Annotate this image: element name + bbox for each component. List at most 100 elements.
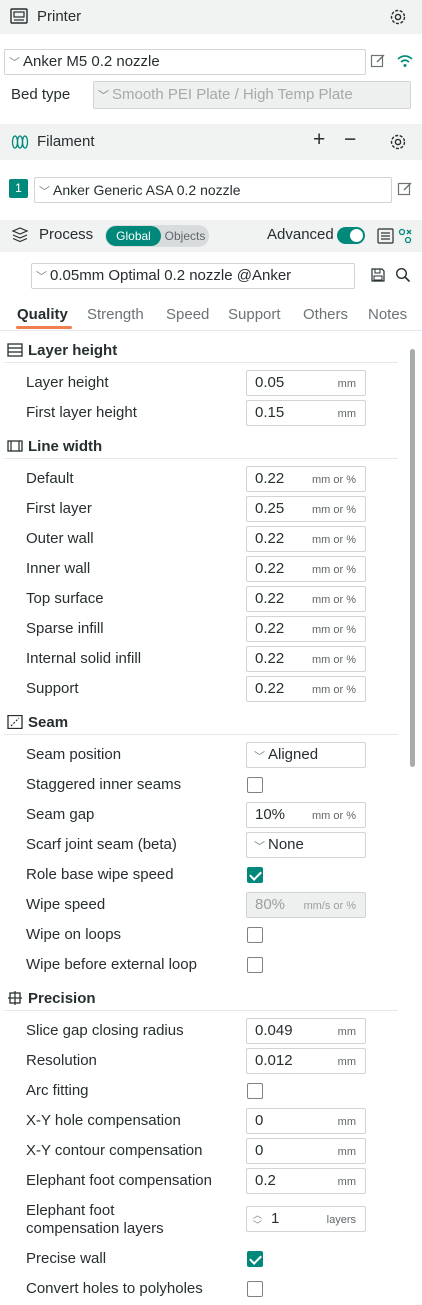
- unit-label: mm: [337, 1056, 356, 1068]
- first-layer-line-width-input[interactable]: 0.25 mm or %: [246, 496, 366, 522]
- field-value: 0: [255, 1142, 264, 1159]
- field-value: 0.22: [255, 620, 285, 637]
- inner-wall-line-width-label: Inner wall: [26, 560, 91, 577]
- filament-settings-gear-icon[interactable]: [389, 133, 407, 151]
- process-preset-select[interactable]: ﹀ 0.05mm Optimal 0.2 nozzle @Anker: [31, 263, 355, 289]
- seam-position-select[interactable]: ﹀ Aligned: [246, 742, 366, 768]
- wifi-icon[interactable]: [396, 54, 414, 68]
- tab-quality[interactable]: Quality: [17, 306, 68, 323]
- wipe-speed-input[interactable]: 80% mm/s or %: [246, 892, 366, 918]
- arc-fitting-checkbox[interactable]: [247, 1083, 263, 1099]
- field-value: 0.22: [255, 650, 285, 667]
- toggle-global-option[interactable]: Global: [106, 226, 161, 246]
- scarf-joint-seam-label: Scarf joint seam (beta): [26, 836, 177, 853]
- printer-preset-select[interactable]: ﹀ Anker M5 0.2 nozzle: [4, 49, 366, 75]
- seam-gap-input[interactable]: 10% mm or %: [246, 802, 366, 828]
- chevron-down-icon: ﹀: [9, 57, 20, 69]
- layer-height-icon: [7, 343, 23, 357]
- search-icon[interactable]: [395, 267, 411, 283]
- line-width-icon: [7, 439, 23, 453]
- printer-settings-gear-icon[interactable]: [389, 8, 407, 26]
- resolution-input[interactable]: 0.012 mm: [246, 1048, 366, 1074]
- save-preset-icon[interactable]: [371, 268, 385, 282]
- inner-wall-line-width-input[interactable]: 0.22 mm or %: [246, 556, 366, 582]
- seam-position-value: Aligned: [268, 746, 319, 763]
- seam-gap-label: Seam gap: [26, 806, 95, 823]
- unit-label: mm or %: [312, 504, 356, 516]
- settings-scrollbar[interactable]: [410, 349, 415, 767]
- top-surface-line-width-input[interactable]: 0.22 mm or %: [246, 586, 366, 612]
- advanced-switch[interactable]: [337, 227, 365, 244]
- field-value: 0.22: [255, 560, 285, 577]
- sparse-infill-line-width-input[interactable]: 0.22 mm or %: [246, 616, 366, 642]
- section-divider: [4, 362, 398, 363]
- seam-position-label: Seam position: [26, 746, 122, 763]
- spinner-down-icon[interactable]: ﹀: [253, 1218, 262, 1231]
- tab-notes[interactable]: Notes: [368, 306, 407, 323]
- first-layer-height-value: 0.15: [255, 404, 285, 421]
- support-line-width-input[interactable]: 0.22 mm or %: [246, 676, 366, 702]
- process-layers-icon: [11, 227, 29, 243]
- elephant-foot-compensation-input[interactable]: 0.2 mm: [246, 1168, 366, 1194]
- bed-type-select[interactable]: ﹀ Smooth PEI Plate / High Temp Plate: [93, 81, 411, 109]
- tab-support[interactable]: Support: [228, 306, 281, 323]
- field-value: 0.2: [255, 1172, 276, 1189]
- precise-wall-checkbox[interactable]: [247, 1251, 263, 1267]
- unit-label: mm: [337, 1116, 356, 1128]
- add-filament-button[interactable]: +: [313, 128, 325, 152]
- filament-preset-select[interactable]: ﹀ Anker Generic ASA 0.2 nozzle: [34, 177, 392, 203]
- scarf-joint-seam-select[interactable]: ﹀ None: [246, 832, 366, 858]
- list-view-icon[interactable]: [377, 228, 394, 244]
- top-surface-line-width-label: Top surface: [26, 590, 104, 607]
- compare-presets-icon[interactable]: [398, 228, 412, 244]
- tab-speed[interactable]: Speed: [166, 306, 209, 323]
- filament-title: Filament: [37, 133, 95, 150]
- filament-slot-badge[interactable]: 1: [9, 179, 28, 198]
- layer-height-label: Layer height: [26, 374, 109, 391]
- xy-hole-compensation-input[interactable]: 0 mm: [246, 1108, 366, 1134]
- wipe-before-external-loop-checkbox[interactable]: [247, 957, 263, 973]
- slice-gap-closing-radius-input[interactable]: 0.049 mm: [246, 1018, 366, 1044]
- role-base-wipe-speed-checkbox[interactable]: [247, 867, 263, 883]
- tab-others[interactable]: Others: [303, 306, 348, 323]
- xy-contour-compensation-label: X-Y contour compensation: [26, 1142, 203, 1159]
- field-value: 0.012: [255, 1052, 293, 1069]
- filament-icon: [11, 134, 29, 150]
- section-divider: [4, 1010, 398, 1011]
- section-seam-title: Seam: [28, 714, 69, 731]
- field-value: 0.22: [255, 530, 285, 547]
- unit-label: mm or %: [312, 474, 356, 486]
- section-precision-title: Precision: [28, 990, 96, 1007]
- filament-edit-icon[interactable]: [397, 181, 413, 197]
- default-line-width-input[interactable]: 0.22 mm or %: [246, 466, 366, 492]
- remove-filament-button[interactable]: −: [344, 128, 356, 152]
- outer-wall-line-width-input[interactable]: 0.22 mm or %: [246, 526, 366, 552]
- unit-label: mm or %: [312, 594, 356, 606]
- toggle-objects-option[interactable]: Objects: [162, 226, 208, 246]
- section-precision: Precision: [7, 990, 96, 1007]
- internal-solid-infill-line-width-label: Internal solid infill: [26, 650, 142, 667]
- seam-gap-value: 10%: [255, 806, 286, 823]
- internal-solid-infill-line-width-input[interactable]: 0.22 mm or %: [246, 646, 366, 672]
- printer-title: Printer: [37, 8, 82, 25]
- global-objects-toggle[interactable]: Global Objects: [105, 225, 209, 247]
- xy-contour-compensation-input[interactable]: 0 mm: [246, 1138, 366, 1164]
- staggered-inner-seams-label: Staggered inner seams: [26, 776, 182, 793]
- wipe-on-loops-label: Wipe on loops: [26, 926, 122, 943]
- field-value: 1: [271, 1210, 280, 1227]
- layer-height-input[interactable]: 0.05 mm: [246, 370, 366, 396]
- printer-edit-icon[interactable]: [370, 53, 386, 69]
- elephant-foot-layers-spinner[interactable]: ︿ ﹀ 1 layers: [246, 1206, 366, 1232]
- first-layer-line-width-label: First layer: [26, 500, 92, 517]
- chevron-down-icon: ﹀: [36, 271, 47, 283]
- section-divider: [4, 458, 398, 459]
- first-layer-height-input[interactable]: 0.15 mm: [246, 400, 366, 426]
- tabs-divider: [0, 330, 422, 331]
- unit-label: mm: [337, 378, 356, 390]
- unit-label: mm: [337, 1146, 356, 1158]
- convert-holes-to-polyholes-checkbox[interactable]: [247, 1281, 263, 1297]
- unit-label: mm: [337, 408, 356, 420]
- tab-strength[interactable]: Strength: [87, 306, 144, 323]
- wipe-on-loops-checkbox[interactable]: [247, 927, 263, 943]
- staggered-inner-seams-checkbox[interactable]: [247, 777, 263, 793]
